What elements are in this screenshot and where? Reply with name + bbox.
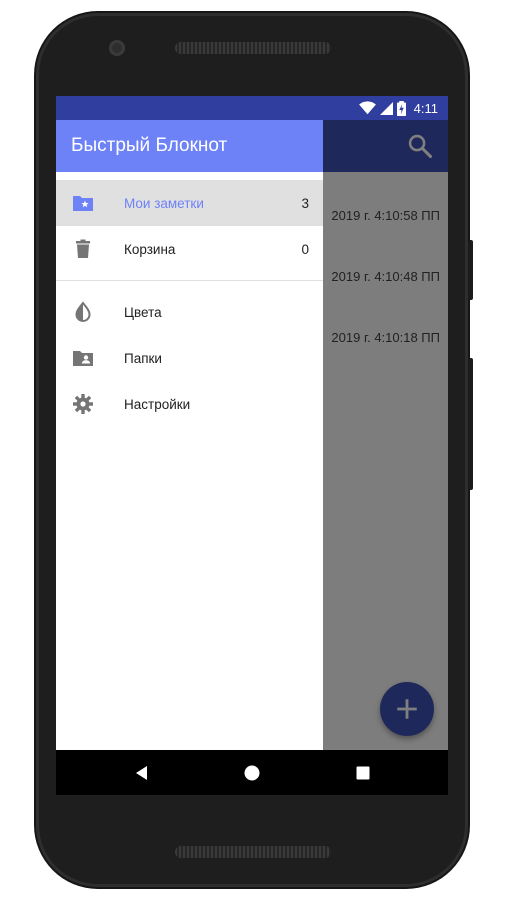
- drawer-item-colors[interactable]: Цвета: [56, 289, 323, 335]
- battery-charging-icon: [396, 100, 406, 116]
- phone-screen: 4:11 2019 г. 4:10:58 ПП 2019 г. 4:10:48 …: [56, 96, 448, 795]
- notes-count: 3: [301, 195, 309, 211]
- drawer-item-my-notes[interactable]: Мои заметки 3: [56, 180, 323, 226]
- drawer-divider: [56, 280, 323, 281]
- recents-icon[interactable]: [351, 761, 375, 785]
- navigation-drawer: Быстрый Блокнот Мои заметки 3 Корзина 0: [56, 120, 323, 750]
- front-camera: [109, 40, 125, 56]
- color-drop-icon: [75, 301, 91, 322]
- drawer-title: Быстрый Блокнот: [56, 120, 323, 172]
- drawer-item-label: Корзина: [124, 241, 176, 257]
- folder-star-icon: [73, 196, 93, 211]
- cell-signal-icon: [379, 101, 393, 115]
- drawer-item-label: Цвета: [124, 304, 162, 320]
- drawer-item-label: Папки: [124, 350, 162, 366]
- status-bar: 4:11: [56, 96, 448, 120]
- status-time: 4:11: [413, 100, 438, 116]
- bottom-speaker: [175, 846, 331, 858]
- back-icon[interactable]: [130, 761, 154, 785]
- drawer-item-label: Настройки: [124, 396, 191, 412]
- trash-count: 0: [301, 241, 309, 257]
- drawer-item-settings[interactable]: Настройки: [56, 381, 323, 427]
- trash-icon: [76, 239, 90, 258]
- wifi-icon: [358, 101, 376, 115]
- top-speaker: [175, 42, 331, 54]
- drawer-item-label: Мои заметки: [124, 195, 204, 211]
- gear-icon: [73, 394, 93, 414]
- home-icon[interactable]: [240, 761, 264, 785]
- power-button: [468, 240, 473, 300]
- system-nav-bar: [56, 750, 448, 795]
- volume-button: [468, 358, 473, 490]
- drawer-item-trash[interactable]: Корзина 0: [56, 226, 323, 272]
- drawer-item-folders[interactable]: Папки: [56, 335, 323, 381]
- folder-shared-icon: [73, 351, 93, 366]
